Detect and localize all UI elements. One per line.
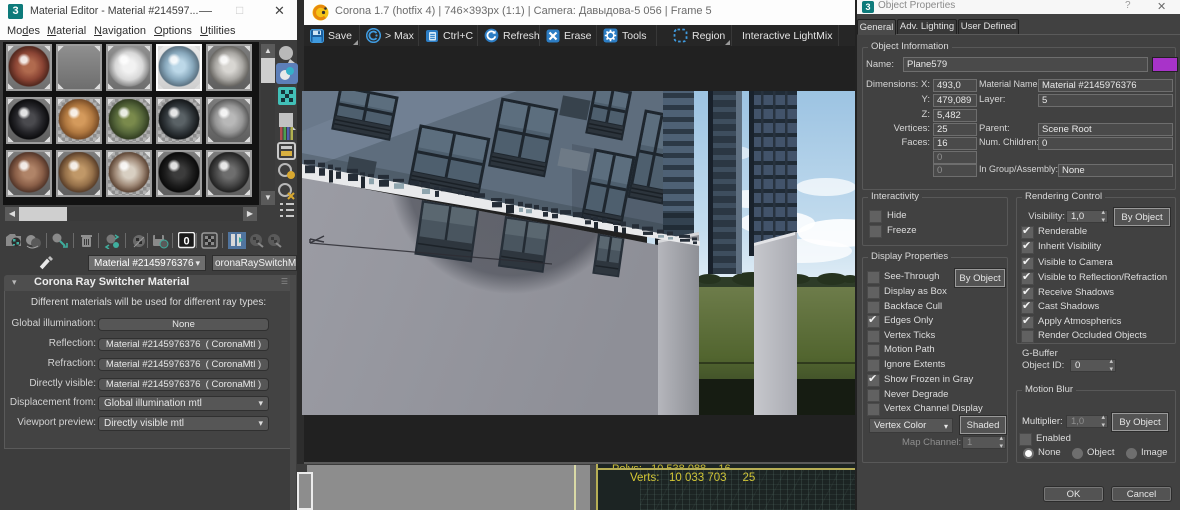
- svg-text:0: 0: [183, 236, 189, 248]
